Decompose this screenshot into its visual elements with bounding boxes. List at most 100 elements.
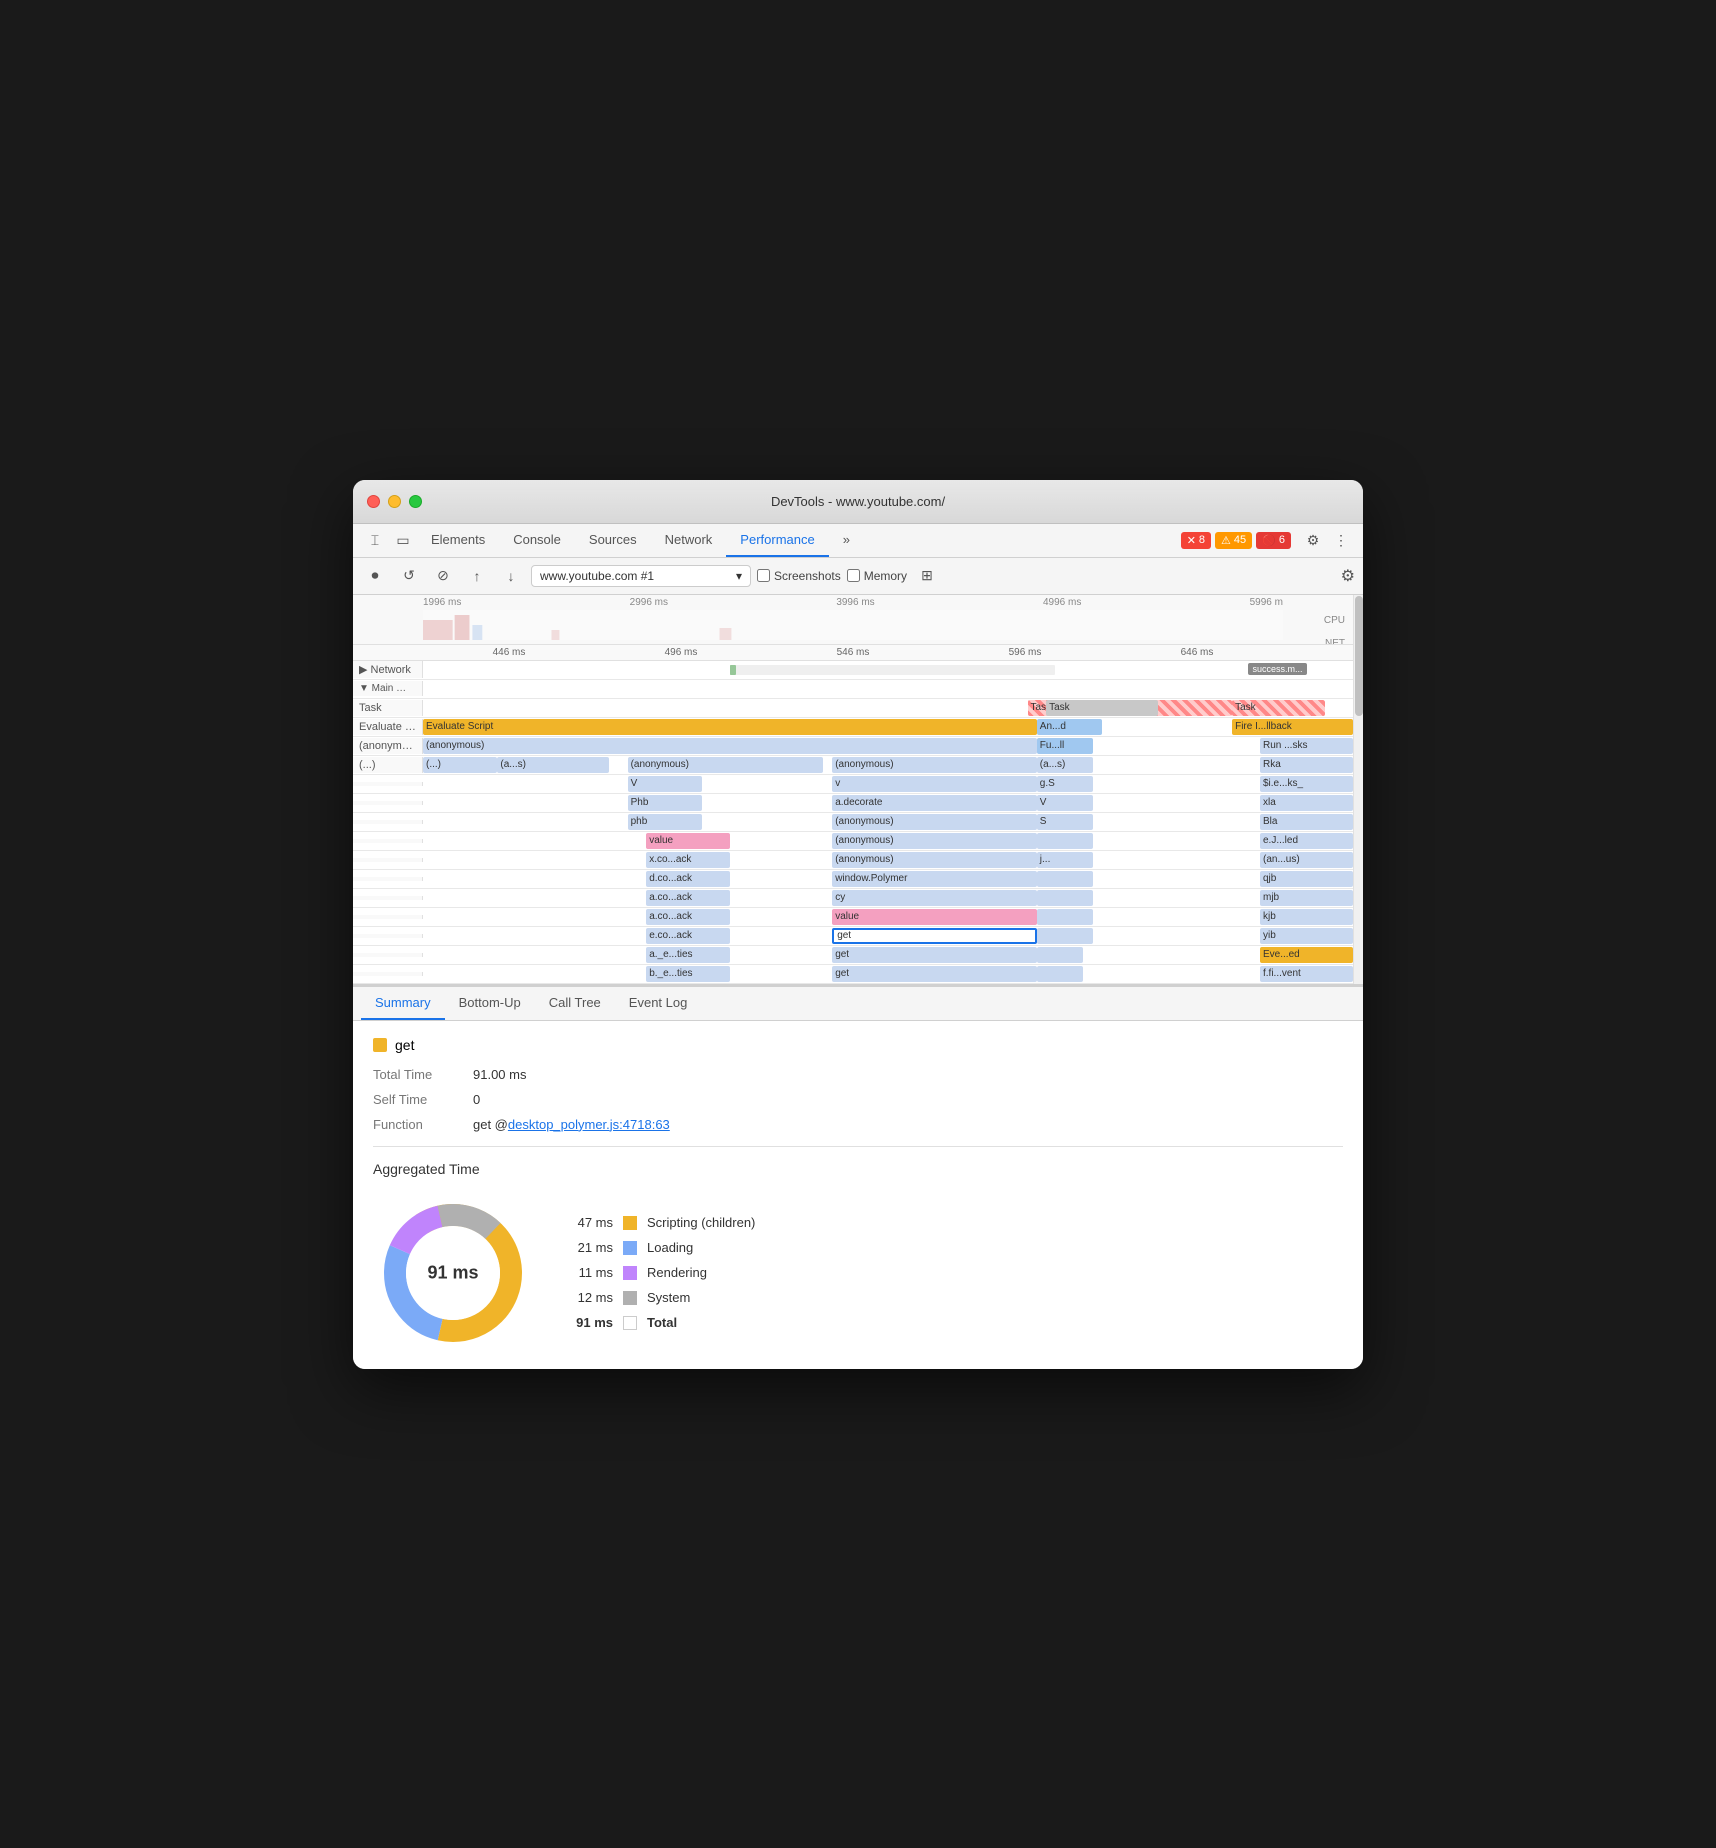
tab-more[interactable]: » xyxy=(829,524,864,557)
flame-bar-6-3[interactable]: Bla xyxy=(1260,814,1353,830)
refresh-icon[interactable]: ↺ xyxy=(395,562,423,590)
upload-icon[interactable]: ↑ xyxy=(463,562,491,590)
flame-row-2[interactable]: (anonymous)(anonymous)Fu...llRun ...sks xyxy=(353,737,1353,756)
function-link[interactable]: desktop_polymer.js:4718:63 xyxy=(508,1117,670,1132)
flame-bar-7-0[interactable]: value xyxy=(646,833,730,849)
flame-row-9[interactable]: d.co...ack window.Polymer qjb xyxy=(353,870,1353,889)
flame-row-4[interactable]: Vvg.S $i.e...ks_ xyxy=(353,775,1353,794)
flame-bar-13-1[interactable]: get xyxy=(832,947,1037,963)
flame-bar-14-3[interactable]: f.fi...vent xyxy=(1260,966,1353,982)
flame-bar-5-2[interactable]: V xyxy=(1037,795,1093,811)
flame-bar-11-3[interactable]: kjb xyxy=(1260,909,1353,925)
flame-bar-12-2[interactable] xyxy=(1037,928,1093,944)
warning-badge[interactable]: ⚠45 xyxy=(1215,532,1252,549)
clear-icon[interactable]: ⊘ xyxy=(429,562,457,590)
device-icon[interactable]: ▭ xyxy=(389,526,417,554)
flame-bar-9-3[interactable]: qjb xyxy=(1260,871,1353,887)
tab-performance[interactable]: Performance xyxy=(726,524,828,557)
flame-bar-7-3[interactable]: e.J...led xyxy=(1260,833,1353,849)
error-badge[interactable]: ✕8 xyxy=(1181,532,1211,549)
flame-bar-14-0[interactable]: b._e...ties xyxy=(646,966,730,982)
dropdown-icon[interactable]: ▾ xyxy=(736,569,742,583)
flame-bar-8-3[interactable]: (an...us) xyxy=(1260,852,1353,868)
close-button[interactable] xyxy=(367,495,380,508)
flame-bar-12-1[interactable]: get xyxy=(832,928,1037,944)
flame-bar-0-2[interactable]: Task xyxy=(1232,700,1325,716)
flame-row-11[interactable]: a.co...ack value kjb xyxy=(353,908,1353,927)
flame-chart[interactable]: TaskTaskTaskTaskEvaluate ScriptEvaluate … xyxy=(353,699,1353,984)
settings-icon[interactable]: ⚙ xyxy=(1299,526,1327,554)
flame-bar-3-4[interactable]: (a...s) xyxy=(1037,757,1093,773)
flame-bar-2-2[interactable]: Run ...sks xyxy=(1260,738,1353,754)
tab-event-log[interactable]: Event Log xyxy=(615,987,702,1020)
record-icon[interactable]: ⏺ xyxy=(361,562,389,590)
screenshots-checkbox[interactable]: Screenshots xyxy=(757,569,841,583)
flame-bar-3-3[interactable]: (anonymous) xyxy=(832,757,1037,773)
more-icon[interactable]: ⋮ xyxy=(1327,526,1355,554)
maximize-button[interactable] xyxy=(409,495,422,508)
flame-bar-9-2[interactable] xyxy=(1037,871,1093,887)
flame-bar-4-3[interactable]: $i.e...ks_ xyxy=(1260,776,1353,792)
download-icon[interactable]: ↓ xyxy=(497,562,525,590)
flame-bar-13-2[interactable] xyxy=(1037,947,1084,963)
flame-bar-6-2[interactable]: S xyxy=(1037,814,1093,830)
flame-bar-12-0[interactable]: e.co...ack xyxy=(646,928,730,944)
flame-bar-5-1[interactable]: a.decorate xyxy=(832,795,1037,811)
flame-bar-1-2[interactable]: Fire I...llback xyxy=(1232,719,1353,735)
flame-bar-6-0[interactable]: phb xyxy=(628,814,702,830)
flame-bar-2-0[interactable]: (anonymous) xyxy=(423,738,1037,754)
flame-bar-8-0[interactable]: x.co...ack xyxy=(646,852,730,868)
cursor-icon[interactable]: ⌶ xyxy=(361,526,389,554)
tab-elements[interactable]: Elements xyxy=(417,524,499,557)
flame-bar-13-3[interactable]: Eve...ed xyxy=(1260,947,1353,963)
flame-bar-4-1[interactable]: v xyxy=(832,776,1037,792)
flame-row-12[interactable]: e.co...ack get yib xyxy=(353,927,1353,946)
flame-bar-12-3[interactable]: yib xyxy=(1260,928,1353,944)
tab-sources[interactable]: Sources xyxy=(575,524,651,557)
flame-bar-9-0[interactable]: d.co...ack xyxy=(646,871,730,887)
flame-bar-0-1[interactable]: Task xyxy=(1046,700,1158,716)
performance-settings-icon[interactable]: ⚙ xyxy=(1341,566,1355,586)
flame-bar-10-0[interactable]: a.co...ack xyxy=(646,890,730,906)
network-track[interactable]: ▶ Network success.m... xyxy=(353,661,1353,680)
flame-bar-3-1[interactable]: (a...s) xyxy=(497,757,609,773)
capture-icon[interactable]: ⊞ xyxy=(913,562,941,590)
flame-row-14[interactable]: b._e...ties get f.fi...vent xyxy=(353,965,1353,984)
flame-bar-14-1[interactable]: get xyxy=(832,966,1037,982)
flame-bar-10-1[interactable]: cy xyxy=(832,890,1037,906)
flame-bar-6-1[interactable]: (anonymous) xyxy=(832,814,1037,830)
flame-bar-9-1[interactable]: window.Polymer xyxy=(832,871,1037,887)
flame-bar-1-1[interactable]: An...d xyxy=(1037,719,1102,735)
flame-row-6[interactable]: phb (anonymous)S Bla xyxy=(353,813,1353,832)
tab-summary[interactable]: Summary xyxy=(361,987,445,1020)
flame-bar-7-1[interactable]: (anonymous) xyxy=(832,833,1037,849)
tab-bottom-up[interactable]: Bottom-Up xyxy=(445,987,535,1020)
flame-bar-3-0[interactable]: (...) xyxy=(423,757,497,773)
memory-checkbox[interactable]: Memory xyxy=(847,569,907,583)
flame-bar-5-3[interactable]: xla xyxy=(1260,795,1353,811)
flame-bar-10-3[interactable]: mjb xyxy=(1260,890,1353,906)
flame-bar-11-1[interactable]: value xyxy=(832,909,1037,925)
mini-timeline[interactable]: 1996 ms 2996 ms 3996 ms 4996 ms 5996 m xyxy=(353,595,1353,645)
flame-bar-11-0[interactable]: a.co...ack xyxy=(646,909,730,925)
flame-row-7[interactable]: value (anonymous) e.J...led xyxy=(353,832,1353,851)
scrollbar-thumb[interactable] xyxy=(1355,596,1363,716)
flame-row-13[interactable]: a._e...ties get Eve...ed xyxy=(353,946,1353,965)
tab-console[interactable]: Console xyxy=(499,524,575,557)
flame-bar-3-5[interactable]: Rka xyxy=(1260,757,1353,773)
tab-call-tree[interactable]: Call Tree xyxy=(535,987,615,1020)
flame-bar-4-2[interactable]: g.S xyxy=(1037,776,1093,792)
flame-bar-7-2[interactable] xyxy=(1037,833,1093,849)
flame-bar-2-1[interactable]: Fu...ll xyxy=(1037,738,1093,754)
flame-row-8[interactable]: x.co...ack(anonymous)j...(an...us) xyxy=(353,851,1353,870)
info-badge[interactable]: 🚫6 xyxy=(1256,532,1291,549)
flame-bar-11-2[interactable] xyxy=(1037,909,1093,925)
flame-bar-13-0[interactable]: a._e...ties xyxy=(646,947,730,963)
flame-bar-4-0[interactable]: V xyxy=(628,776,702,792)
flame-row-3[interactable]: (...)(...)(a...s)(anonymous)(anonymous)(… xyxy=(353,756,1353,775)
tab-network[interactable]: Network xyxy=(651,524,727,557)
address-input[interactable]: www.youtube.com #1 ▾ xyxy=(531,565,751,587)
flame-bar-1-0[interactable]: Evaluate Script xyxy=(423,719,1037,735)
flame-row-1[interactable]: Evaluate ScriptEvaluate ScriptAn...dFire… xyxy=(353,718,1353,737)
flame-bar-8-2[interactable]: j... xyxy=(1037,852,1093,868)
